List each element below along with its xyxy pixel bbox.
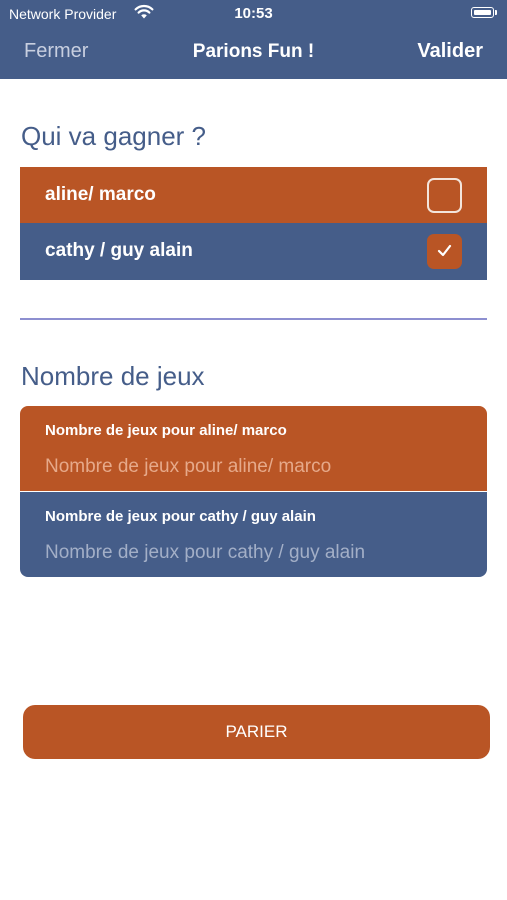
winner-option-2[interactable]: cathy / guy alain xyxy=(20,223,487,280)
games-input-2[interactable] xyxy=(45,540,465,566)
games-field-label: Nombre de jeux pour cathy / guy alain xyxy=(45,508,316,525)
bet-button[interactable]: PARIER xyxy=(23,705,490,759)
section-divider xyxy=(20,318,487,320)
games-card: Nombre de jeux pour aline/ marco Nombre … xyxy=(20,406,487,577)
checked-checkbox-icon[interactable] xyxy=(427,234,462,269)
games-field-2: Nombre de jeux pour cathy / guy alain xyxy=(20,492,487,577)
checkmark-icon xyxy=(437,244,452,257)
battery-icon xyxy=(471,7,494,18)
battery-tip xyxy=(495,10,497,15)
winner-heading: Qui va gagner ? xyxy=(21,121,207,151)
games-field-label: Nombre de jeux pour aline/ marco xyxy=(45,422,287,439)
winner-option-1[interactable]: aline/ marco xyxy=(20,167,487,224)
unchecked-checkbox-icon[interactable] xyxy=(427,178,462,213)
games-input-1[interactable] xyxy=(45,454,465,480)
top-bar: Network Provider 10:53 Fermer Parions Fu… xyxy=(0,0,507,79)
status-bar: Network Provider 10:53 xyxy=(0,0,507,28)
games-heading: Nombre de jeux xyxy=(21,361,205,391)
clock: 10:53 xyxy=(234,5,273,22)
games-field-1: Nombre de jeux pour aline/ marco xyxy=(20,406,487,491)
winner-option-label: cathy / guy alain xyxy=(45,240,193,261)
winner-option-label: aline/ marco xyxy=(45,184,156,205)
confirm-button[interactable]: Valider xyxy=(417,40,483,63)
